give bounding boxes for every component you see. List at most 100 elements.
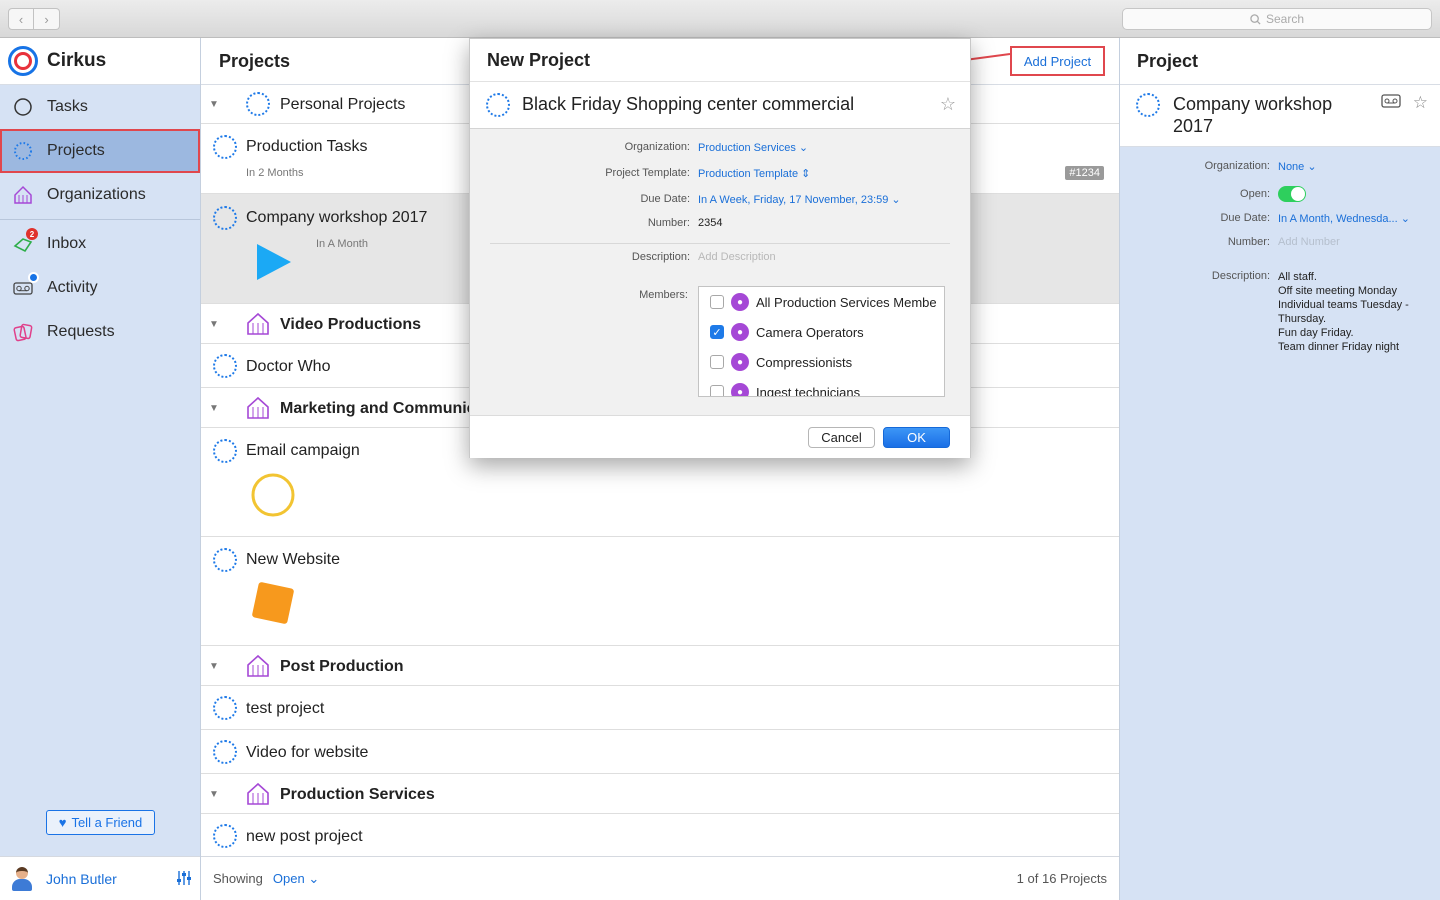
description-line: Fun day Friday. <box>1278 327 1354 339</box>
organization-dropdown[interactable]: None ⌄ <box>1278 160 1317 173</box>
sidebar-item-projects[interactable]: Projects <box>0 129 200 173</box>
description-line: Off site meeting Monday <box>1278 285 1398 297</box>
sliders-icon[interactable] <box>176 870 192 886</box>
ok-button[interactable]: OK <box>883 427 950 448</box>
heart-icon: ♥ <box>58 815 67 830</box>
sidebar-item-tasks[interactable]: Tasks <box>0 85 200 129</box>
project-group-production-services[interactable]: ▼ Production Services <box>201 774 1119 814</box>
project-group-post-production[interactable]: ▼ Post Production <box>201 646 1119 686</box>
project-row-new-post-project[interactable]: new post project <box>201 814 1119 856</box>
add-project-label: Add Project <box>1023 53 1092 69</box>
tent-icon <box>247 312 269 335</box>
checkbox[interactable] <box>710 385 724 396</box>
add-project-button[interactable]: Add Project <box>1010 46 1105 76</box>
field-label: Members: <box>639 289 688 301</box>
field-label: Description: <box>1211 270 1270 282</box>
sidebar-item-label: Organizations <box>47 186 146 203</box>
project-row-new-website[interactable]: New Website <box>201 537 1119 646</box>
group-icon: ● <box>731 293 749 311</box>
detail-project-title[interactable]: Company workshop 2017 <box>1173 93 1363 137</box>
description-line: Individual teams Tuesday - Thursday. <box>1278 299 1409 325</box>
chevron-right-icon: › <box>44 11 49 27</box>
group-icon: ● <box>731 353 749 371</box>
ok-label: OK <box>907 430 926 445</box>
avatar[interactable] <box>10 865 34 893</box>
disclosure-triangle-icon[interactable]: ▼ <box>209 99 219 110</box>
number-input[interactable]: 2354 <box>698 217 722 229</box>
template-dropdown[interactable]: Production Template ⇕ <box>698 167 810 180</box>
sidebar-item-activity[interactable]: Activity <box>0 266 200 310</box>
voicemail-icon[interactable] <box>1381 93 1401 109</box>
sidebar-item-label: Inbox <box>47 235 87 252</box>
project-title: Company workshop 2017 <box>246 209 428 226</box>
filter-dropdown[interactable]: Open ⌄ <box>273 871 319 887</box>
field-label: Number: <box>1227 236 1270 248</box>
open-toggle[interactable] <box>1278 186 1306 202</box>
sidebar-item-label: Activity <box>47 279 98 296</box>
star-icon[interactable]: ☆ <box>1413 93 1428 113</box>
project-title: test project <box>246 700 325 717</box>
dotted-circle-icon <box>13 141 33 161</box>
project-title: Doctor Who <box>246 358 331 375</box>
due-date-dropdown[interactable]: In A Week, Friday, 17 November, 23:59 ⌄ <box>698 193 901 206</box>
sidebar-item-requests[interactable]: Requests <box>0 310 200 354</box>
chevron-left-icon: ‹ <box>18 11 24 27</box>
disclosure-triangle-icon[interactable]: ▼ <box>209 319 219 330</box>
description-input[interactable]: Add Description <box>698 251 776 263</box>
due-date-value: In A Week, Friday, 17 November, 23:59 <box>698 194 889 206</box>
sidebar-item-organizations[interactable]: Organizations <box>0 173 200 217</box>
circle-icon <box>13 97 33 117</box>
member-label: Camera Operators <box>756 324 864 340</box>
description-text[interactable]: All staff. Off site meeting Monday Indiv… <box>1278 270 1438 354</box>
nav-buttons: ‹ › <box>8 8 60 30</box>
disclosure-triangle-icon[interactable]: ▼ <box>209 661 219 672</box>
disclosure-triangle-icon[interactable]: ▼ <box>209 789 219 800</box>
description-line: All staff. <box>1278 271 1317 283</box>
checkbox[interactable] <box>710 295 724 309</box>
filter-value: Open <box>272 870 305 886</box>
field-label: Due Date: <box>640 193 690 205</box>
tent-icon <box>247 782 269 805</box>
checkbox[interactable] <box>710 355 724 369</box>
member-option[interactable]: ✓ ● Camera Operators <box>699 317 944 347</box>
user-name[interactable]: John Butler <box>46 871 117 887</box>
activity-dot-badge <box>28 272 39 283</box>
dialog-header: New Project <box>470 39 970 82</box>
forward-button[interactable]: › <box>34 8 60 30</box>
project-name-input[interactable] <box>522 90 882 118</box>
disclosure-triangle-icon[interactable]: ▼ <box>209 403 219 414</box>
tent-icon <box>247 396 269 419</box>
project-row-test-project[interactable]: test project <box>201 686 1119 730</box>
dotted-circle-icon <box>486 93 510 117</box>
project-detail-panel: Project Company workshop 2017 ☆ Organiza… <box>1119 38 1440 900</box>
tell-a-friend-label: Tell a Friend <box>71 815 143 830</box>
project-title: New Website <box>246 551 340 568</box>
member-option[interactable]: ● Compressionists <box>699 347 944 377</box>
member-option[interactable]: ● All Production Services Membe <box>699 287 944 317</box>
organization-dropdown[interactable]: Production Services ⌄ <box>698 141 808 154</box>
member-option[interactable]: ● Ingest technicians <box>699 377 944 396</box>
chevron-down-icon: ⌄ <box>308 870 320 886</box>
project-title: Production Tasks <box>246 138 368 155</box>
group-title: Personal Projects <box>280 96 406 113</box>
orange-diamond-icon <box>252 582 294 624</box>
star-icon[interactable]: ☆ <box>940 94 956 115</box>
group-icon: ● <box>731 323 749 341</box>
project-title: Email campaign <box>246 442 360 459</box>
project-row-video-for-website[interactable]: Video for website <box>201 730 1119 774</box>
sidebar-divider <box>0 219 200 220</box>
sidebar-item-inbox[interactable]: 2 Inbox <box>0 222 200 266</box>
due-date-dropdown[interactable]: In A Month, Wednesda... ⌄ <box>1278 212 1410 225</box>
tell-a-friend-button[interactable]: ♥ Tell a Friend <box>46 810 155 835</box>
cancel-button[interactable]: Cancel <box>808 427 875 448</box>
search-input[interactable]: Search <box>1122 8 1432 30</box>
inbox-icon: 2 <box>13 228 38 254</box>
sidebar-item-label: Requests <box>47 323 115 340</box>
members-list[interactable]: ● All Production Services Membe ✓ ● Came… <box>698 286 945 397</box>
number-input[interactable]: Add Number <box>1278 236 1340 248</box>
sidebar-item-label: Tasks <box>47 98 88 115</box>
back-button[interactable]: ‹ <box>8 8 34 30</box>
checkbox-checked[interactable]: ✓ <box>710 325 724 339</box>
search-icon <box>1250 13 1261 25</box>
tent-icon <box>247 654 269 677</box>
